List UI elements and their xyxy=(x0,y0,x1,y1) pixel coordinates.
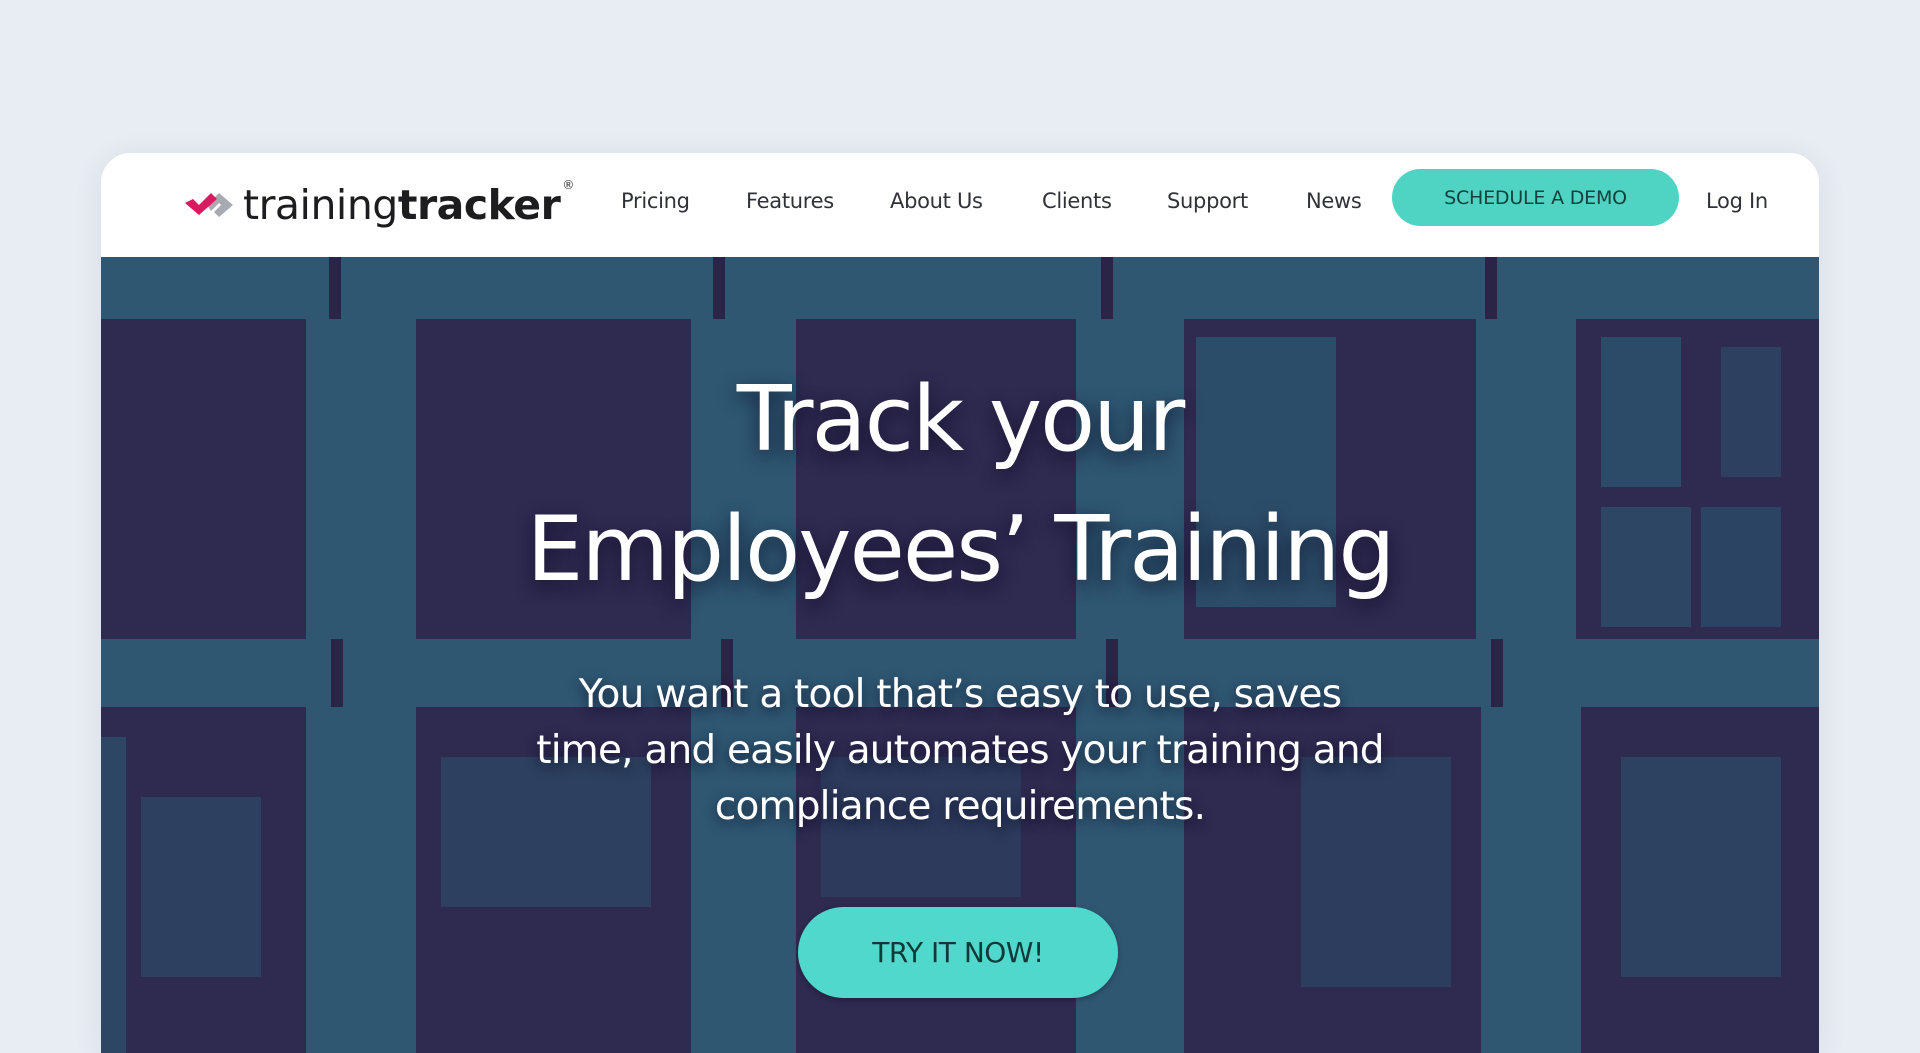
site-header: trainingtracker ® Pricing Features About … xyxy=(101,153,1819,256)
login-link[interactable]: Log In xyxy=(1706,189,1768,213)
main-nav: Pricing Features About Us Clients Suppor… xyxy=(101,153,1819,256)
nav-item-support[interactable]: Support xyxy=(1167,189,1248,213)
nav-item-about-us[interactable]: About Us xyxy=(890,189,983,213)
schedule-demo-button[interactable]: SCHEDULE A DEMO xyxy=(1392,169,1679,226)
hero-section: Track your Employees’ Training You want … xyxy=(101,257,1819,1053)
website-screenshot-card: trainingtracker ® Pricing Features About … xyxy=(101,153,1819,1053)
nav-item-features[interactable]: Features xyxy=(746,189,834,213)
hero-subtitle-line: time, and easily automates your training… xyxy=(536,728,1384,773)
hero-title-line-1: Track your xyxy=(736,367,1185,472)
hero-title-line-2: Employees’ Training xyxy=(526,497,1396,602)
try-it-now-button[interactable]: TRY IT NOW! xyxy=(798,907,1118,998)
hero-subtitle: You want a tool that’s easy to use, save… xyxy=(101,667,1819,835)
nav-item-pricing[interactable]: Pricing xyxy=(621,189,690,213)
hero-subtitle-line: compliance requirements. xyxy=(714,784,1206,829)
hero-subtitle-line: You want a tool that’s easy to use, save… xyxy=(578,672,1342,717)
nav-item-news[interactable]: News xyxy=(1306,189,1362,213)
hero-title: Track your Employees’ Training xyxy=(101,355,1819,615)
nav-item-clients[interactable]: Clients xyxy=(1042,189,1112,213)
